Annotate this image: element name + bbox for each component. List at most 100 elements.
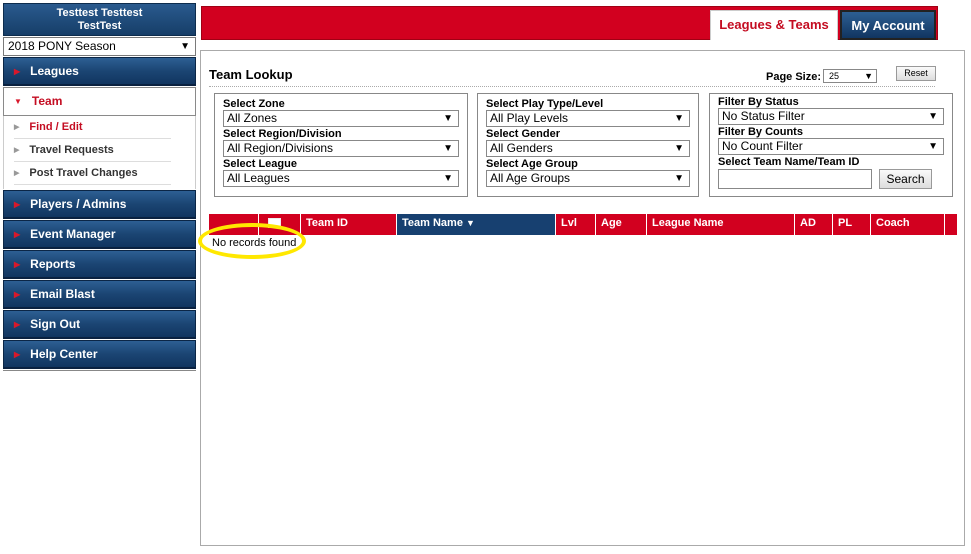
season-value: 2018 PONY Season — [8, 39, 116, 53]
subnav-find-edit[interactable]: ▶ Find / Edit — [14, 116, 171, 139]
bullet-icon: ▶ — [14, 124, 20, 131]
nav-leagues[interactable]: ▶ Leagues — [3, 57, 196, 86]
sidebar: Testtest Testtest TestTest 2018 PONY Sea… — [3, 3, 196, 371]
nav-event-manager[interactable]: ▶ Event Manager — [3, 220, 196, 249]
column-team-id[interactable]: Team ID — [301, 214, 397, 235]
counts-select[interactable]: No Count Filter ▼ — [718, 138, 944, 155]
age-group-select[interactable]: All Age Groups ▼ — [486, 170, 690, 187]
region-label: Select Region/Division — [223, 128, 342, 140]
column-coach[interactable]: Coach — [871, 214, 945, 235]
status-value: No Status Filter — [722, 109, 805, 123]
zone-select[interactable]: All Zones ▼ — [223, 110, 459, 127]
nav-sign-out-label: Sign Out — [30, 317, 81, 331]
gender-value: All Genders — [490, 141, 553, 155]
chevron-down-icon: ▼ — [443, 143, 453, 154]
subnav-post-travel-changes-label: Post Travel Changes — [29, 167, 138, 179]
nav-event-manager-label: Event Manager — [30, 227, 116, 241]
reset-button[interactable]: Reset — [896, 66, 936, 81]
age-group-label: Select Age Group — [486, 158, 578, 170]
page-title: Team Lookup — [209, 67, 293, 82]
gender-select[interactable]: All Genders ▼ — [486, 140, 690, 157]
nav-players-admins[interactable]: ▶ Players / Admins — [3, 190, 196, 219]
arrow-right-icon: ▶ — [14, 350, 21, 359]
nav-team-label: Team — [31, 94, 63, 108]
column-team-name-label: Team Name — [402, 217, 463, 229]
counts-value: No Count Filter — [722, 139, 803, 153]
bullet-icon: ▶ — [14, 170, 20, 177]
arrow-down-icon: ▼ — [14, 97, 22, 106]
nav-players-admins-label: Players / Admins — [30, 197, 127, 211]
column-age[interactable]: Age — [596, 214, 647, 235]
nav-reports[interactable]: ▶ Reports — [3, 250, 196, 279]
filter-group-status: Filter By Status No Status Filter ▼ Filt… — [709, 93, 953, 197]
arrow-right-icon: ▶ — [14, 200, 21, 209]
user-name: Testtest Testtest — [56, 7, 143, 19]
user-org: TestTest — [77, 20, 122, 32]
chevron-down-icon: ▼ — [674, 173, 684, 184]
subnav-travel-requests[interactable]: ▶ Travel Requests — [14, 139, 171, 162]
zone-value: All Zones — [227, 111, 278, 125]
counts-label: Filter By Counts — [718, 126, 803, 138]
status-select[interactable]: No Status Filter ▼ — [718, 108, 944, 125]
subnav-travel-requests-label: Travel Requests — [29, 144, 114, 156]
region-value: All Region/Divisions — [227, 141, 334, 155]
league-value: All Leagues — [227, 171, 290, 185]
nav-email-blast[interactable]: ▶ Email Blast — [3, 280, 196, 309]
column-team-name[interactable]: Team Name ▼ — [397, 214, 556, 235]
arrow-right-icon: ▶ — [14, 230, 21, 239]
chevron-down-icon: ▼ — [674, 143, 684, 154]
chevron-down-icon: ▼ — [864, 71, 873, 81]
subnav-post-travel-changes[interactable]: ▶ Post Travel Changes — [14, 162, 171, 185]
chevron-down-icon: ▼ — [928, 141, 938, 152]
bullet-icon: ▶ — [14, 147, 20, 154]
chevron-down-icon: ▼ — [928, 111, 938, 122]
column-league-name[interactable]: League Name — [647, 214, 795, 235]
chevron-down-icon: ▼ — [443, 173, 453, 184]
main-panel: Team Lookup Page Size: 25 ▼ Reset Select… — [198, 50, 965, 546]
arrow-right-icon: ▶ — [14, 320, 21, 329]
top-bar: Leagues & Teams My Account — [201, 6, 938, 40]
league-select[interactable]: All Leagues ▼ — [223, 170, 459, 187]
chevron-down-icon: ▼ — [180, 41, 190, 52]
status-label: Filter By Status — [718, 96, 799, 108]
nav-leagues-label: Leagues — [30, 64, 79, 78]
page-size-value: 25 — [829, 71, 840, 81]
sort-desc-icon: ▼ — [466, 218, 475, 228]
arrow-right-icon: ▶ — [14, 260, 21, 269]
search-button[interactable]: Search — [879, 169, 932, 189]
title-row: Team Lookup Page Size: 25 ▼ Reset — [209, 65, 936, 87]
arrow-right-icon: ▶ — [14, 290, 21, 299]
page-size-select[interactable]: 25 ▼ — [823, 69, 877, 83]
chevron-down-icon: ▼ — [443, 113, 453, 124]
filter-group-location: Select Zone All Zones ▼ Select Region/Di… — [214, 93, 468, 197]
team-submenu: ▶ Find / Edit ▶ Travel Requests ▶ Post Trav… — [3, 116, 196, 189]
zone-label: Select Zone — [223, 98, 285, 110]
column-ad[interactable]: AD — [795, 214, 833, 235]
nav-reports-label: Reports — [30, 257, 76, 271]
filter-group-play: Select Play Type/Level All Play Levels ▼… — [477, 93, 699, 197]
nav-help-center-label: Help Center — [30, 347, 98, 361]
nav-team[interactable]: ▼ Team — [3, 87, 196, 116]
play-type-select[interactable]: All Play Levels ▼ — [486, 110, 690, 127]
page-size-label: Page Size: — [766, 71, 822, 83]
chevron-down-icon: ▼ — [674, 113, 684, 124]
nav-help-center[interactable]: ▶ Help Center — [3, 340, 196, 369]
tab-leagues-teams[interactable]: Leagues & Teams — [710, 10, 838, 40]
empty-message: No records found — [212, 237, 297, 249]
results-table-header: Team ID Team Name ▼ Lvl Age League Name … — [209, 214, 957, 235]
play-type-value: All Play Levels — [490, 111, 569, 125]
nav-sign-out[interactable]: ▶ Sign Out — [3, 310, 196, 339]
region-select[interactable]: All Region/Divisions ▼ — [223, 140, 459, 157]
nav-email-blast-label: Email Blast — [30, 287, 95, 301]
play-type-label: Select Play Type/Level — [486, 98, 604, 110]
team-search-input[interactable] — [718, 169, 872, 189]
team-name-label: Select Team Name/Team ID — [718, 156, 860, 168]
user-info: Testtest Testtest TestTest — [3, 3, 196, 36]
column-pl[interactable]: PL — [833, 214, 871, 235]
gender-label: Select Gender — [486, 128, 560, 140]
season-select[interactable]: 2018 PONY Season ▼ — [3, 37, 196, 56]
sidebar-divider — [3, 369, 196, 371]
league-label: Select League — [223, 158, 297, 170]
column-lvl[interactable]: Lvl — [556, 214, 596, 235]
tab-my-account[interactable]: My Account — [840, 10, 936, 40]
